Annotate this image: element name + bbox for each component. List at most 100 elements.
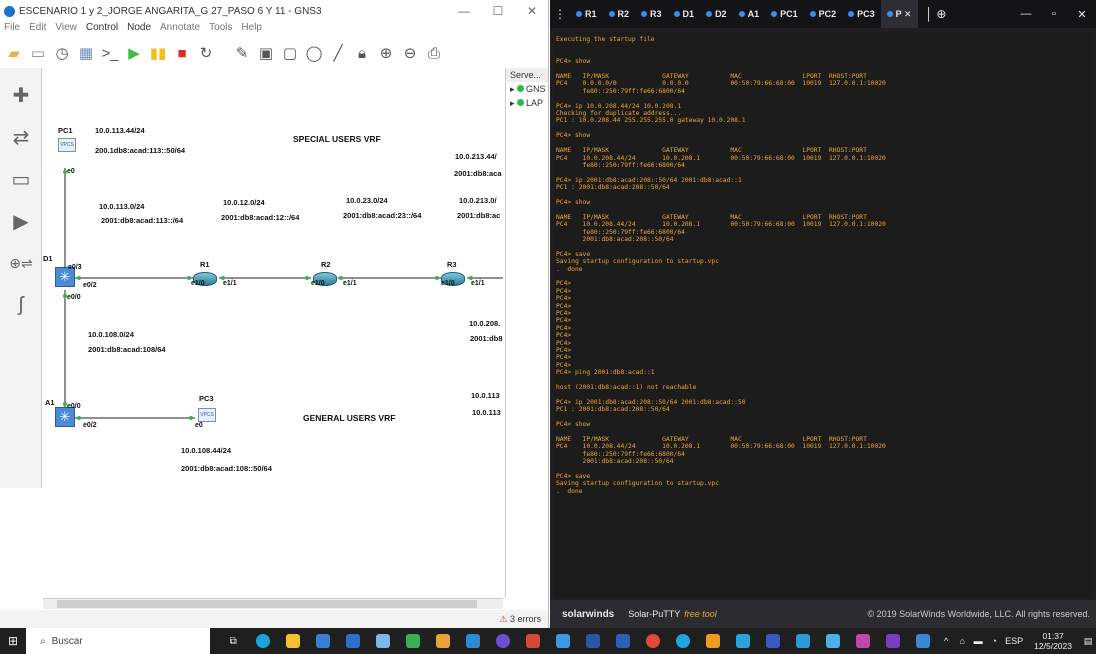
reload-all-icon[interactable]: ↻ — [196, 43, 216, 63]
net12-v4-note[interactable]: 10.0.12.0/24 — [223, 198, 265, 207]
minimize-icon[interactable]: — — [1012, 8, 1040, 21]
app-icon[interactable] — [878, 628, 908, 654]
screenshot-icon[interactable]: ⎙ — [424, 43, 444, 63]
a1-node[interactable]: ✳ — [53, 407, 77, 427]
word-icon[interactable] — [608, 628, 638, 654]
menu-tools[interactable]: Tools — [209, 22, 232, 39]
menu-view[interactable]: View — [55, 22, 77, 39]
solar-putty-icon[interactable] — [698, 628, 728, 654]
battery-icon[interactable]: ▬ — [970, 636, 986, 646]
app-icon[interactable] — [488, 628, 518, 654]
facebook-icon[interactable] — [758, 628, 788, 654]
net2132-v4-note[interactable]: 10.0.213.0/ — [459, 196, 497, 205]
net208-v4-note[interactable]: 10.0.208. — [469, 319, 500, 328]
app-icon[interactable] — [368, 628, 398, 654]
new-session-icon[interactable]: │ ⊕ — [918, 7, 955, 21]
stop-all-icon[interactable]: ■ — [172, 43, 192, 63]
app-icon[interactable] — [548, 628, 578, 654]
net113-v4-note[interactable]: 10.0.113.0/24 — [99, 202, 144, 211]
net213-v6-note[interactable]: 2001:db8:aca — [454, 169, 502, 178]
topology-item[interactable]: ▸ LAP — [506, 96, 548, 110]
insert-image-icon[interactable]: ▣ — [256, 43, 276, 63]
edge-icon[interactable] — [248, 628, 278, 654]
pc1-ipv4-note[interactable]: 10.0.113.44/24 — [95, 126, 145, 135]
console-all-icon[interactable]: >_ — [100, 43, 120, 63]
mail-icon[interactable] — [338, 628, 368, 654]
draw-ellipse-icon[interactable]: ◯ — [304, 43, 324, 63]
net108-v4-note[interactable]: 10.0.108.0/24 — [88, 330, 134, 339]
browse-switches-icon[interactable]: ⇄ — [6, 122, 36, 152]
tab-d2[interactable]: D2 — [700, 0, 733, 28]
gns3-titlebar[interactable]: ESCENARIO 1 y 2_JORGE ANGARITA_G 27_PASO… — [0, 0, 548, 22]
browse-routers-icon[interactable]: ✚ — [6, 80, 36, 110]
taskbar-clock[interactable]: 01:37 12/5/2023 — [1034, 631, 1072, 651]
notifications-icon[interactable]: ▤ — [1080, 636, 1096, 647]
app-icon[interactable] — [848, 628, 878, 654]
errors-count[interactable]: 3 errors — [510, 614, 541, 624]
browse-all-devices-icon[interactable]: ⊕⇌ — [6, 248, 36, 278]
tab-pc3[interactable]: PC3 — [842, 0, 881, 28]
tab-r3[interactable]: R3 — [635, 0, 668, 28]
pc1-ipv6-note[interactable]: 200.1db8:acad:113::50/64 — [95, 146, 185, 155]
tab-r1[interactable]: R1 — [570, 0, 603, 28]
network-icon[interactable]: ⌂ — [954, 636, 970, 646]
canvas-horizontal-scrollbar[interactable] — [43, 598, 503, 609]
chevron-up-icon[interactable]: ^ — [938, 636, 954, 646]
menu-file[interactable]: File — [4, 22, 20, 39]
app-icon[interactable] — [518, 628, 548, 654]
tab-active[interactable]: P ✕ — [880, 0, 918, 28]
open-project-icon[interactable]: ▭ — [28, 43, 48, 63]
close-icon[interactable]: ✕ — [1068, 8, 1096, 21]
add-note-icon[interactable]: ✎ — [232, 43, 252, 63]
menu-help[interactable]: Help — [241, 22, 262, 39]
expand-arrow-icon[interactable]: ▸ — [510, 98, 515, 108]
menu-node[interactable]: Node — [127, 22, 151, 39]
expand-arrow-icon[interactable]: ▸ — [510, 84, 515, 94]
pc3-ipv6-note[interactable]: 2001:db8:acad:108::50/64 — [181, 464, 272, 473]
zoom-in-icon[interactable]: ⊕ — [376, 43, 396, 63]
menu-control[interactable]: Control — [86, 22, 118, 39]
app-icon[interactable] — [398, 628, 428, 654]
start-all-icon[interactable]: ▶ — [124, 43, 144, 63]
app-icon[interactable] — [458, 628, 488, 654]
add-link-icon[interactable]: ʃ — [6, 290, 36, 320]
task-view-icon[interactable]: ⧉ — [218, 628, 248, 654]
app-icon[interactable] — [788, 628, 818, 654]
maximize-icon[interactable]: ☐ — [481, 4, 515, 18]
net208-v6-note[interactable]: 2001:db8 — [470, 334, 503, 343]
app-icon[interactable] — [818, 628, 848, 654]
net2132-v6-note[interactable]: 2001:db8:ac — [457, 211, 500, 220]
tab-r2[interactable]: R2 — [603, 0, 636, 28]
snapshot-clock-icon[interactable]: ◷ — [52, 43, 72, 63]
browse-end-devices-icon[interactable]: ▭ — [6, 164, 36, 194]
net12-v6-note[interactable]: 2001:db8:acad:12::/64 — [221, 213, 299, 222]
menu-kebab-icon[interactable]: ⋮ — [550, 7, 570, 21]
tab-pc1[interactable]: PC1 — [765, 0, 804, 28]
scrollbar-thumb[interactable] — [57, 600, 477, 608]
special-vrf-note[interactable]: SPECIAL USERS VRF — [293, 134, 381, 144]
net108-v6-note[interactable]: 2001:db8:acad:108/64 — [88, 345, 166, 354]
lock-icon[interactable]: 🔒︎ — [352, 43, 372, 63]
windows-start-icon[interactable]: ⊞ — [0, 634, 26, 648]
app-icon[interactable] — [728, 628, 758, 654]
menu-edit[interactable]: Edit — [29, 22, 46, 39]
suspend-all-icon[interactable]: ▮▮ — [148, 43, 168, 63]
maximize-icon[interactable]: ▫ — [1040, 8, 1068, 21]
taskbar-search[interactable]: ⌕ Buscar — [25, 628, 211, 654]
menu-annotate[interactable]: Annotate — [160, 22, 200, 39]
file-explorer-icon[interactable] — [278, 628, 308, 654]
topology-item[interactable]: ▸ GNS — [506, 82, 548, 96]
browse-security-icon[interactable]: ▶ — [6, 206, 36, 236]
app-icon[interactable] — [428, 628, 458, 654]
net113-v6-note[interactable]: 2001:db8:acad:113::/64 — [101, 216, 183, 225]
language-indicator[interactable]: ESP — [1002, 636, 1026, 646]
draw-line-icon[interactable]: ╱ — [328, 43, 348, 63]
show-interfaces-icon[interactable]: ▦ — [76, 43, 96, 63]
chrome-icon[interactable] — [638, 628, 668, 654]
net113b-v4-note[interactable]: 10.0.113 — [471, 391, 500, 400]
zoom-out-icon[interactable]: ⊖ — [400, 43, 420, 63]
net213-v4-note[interactable]: 10.0.213.44/ — [455, 152, 497, 161]
pc1-node[interactable]: VPCS — [55, 136, 79, 154]
net23-v4-note[interactable]: 10.0.23.0/24 — [346, 196, 388, 205]
app-icon[interactable] — [578, 628, 608, 654]
